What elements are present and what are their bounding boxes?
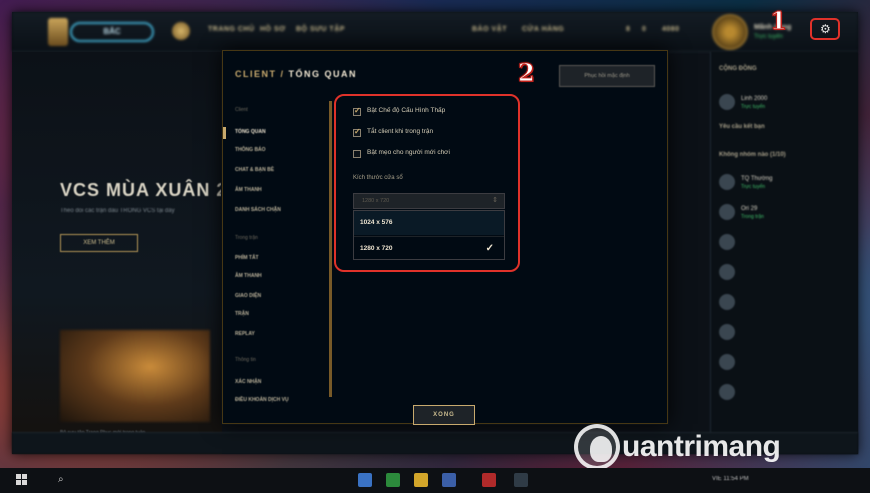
watermark-text: uantrimang (622, 430, 781, 463)
social-panel: CỘNG ĐỒNG Linh 2000 Trực tuyến Yêu cầu k… (710, 52, 858, 454)
background-cta-button[interactable]: XEM THÊM (60, 234, 138, 252)
list-item[interactable] (719, 262, 849, 284)
gear-icon[interactable]: ⚙ (820, 22, 831, 36)
avatar[interactable] (712, 14, 748, 50)
list-item[interactable] (719, 352, 849, 374)
orb-icon[interactable] (172, 22, 190, 40)
top-navigation-bar: BẮC TRANG CHỦ HỒ SƠ BỘ SƯU TẬP BẢO VẬT C… (12, 12, 858, 52)
list-item[interactable] (719, 382, 849, 404)
sidebar-item-notifications[interactable]: THÔNG BÁO (235, 147, 266, 153)
list-item[interactable] (719, 322, 849, 344)
avatar (719, 94, 735, 110)
nav-currency-be[interactable]: 0 (642, 26, 646, 33)
done-button[interactable]: XONG (413, 405, 475, 425)
background-headline: VCS MÙA XUÂN 2 (60, 180, 228, 200)
nav-collection[interactable]: BỘ SƯU TẬP (296, 26, 345, 33)
lightbulb-icon (590, 436, 612, 462)
nav-loot[interactable]: BẢO VẬT (472, 26, 507, 33)
watermark: uantrimang (574, 420, 864, 472)
avatar (719, 354, 735, 370)
sidebar-item-replay[interactable]: REPLAY (235, 331, 255, 337)
search-icon[interactable]: ⌕ (58, 474, 64, 486)
sidebar-item-hotkeys[interactable]: PHÍM TẮT (235, 255, 259, 261)
avatar (719, 204, 735, 220)
sidebar-item-interface[interactable]: GIAO DIỆN (235, 293, 261, 299)
windows-taskbar: ⌕ VIE 11:54 PM (0, 468, 870, 493)
play-button[interactable]: BẮC (70, 22, 154, 42)
sidebar-item-chat[interactable]: CHAT & BẠN BÈ (235, 167, 274, 173)
friend-requests-header: Yêu cầu kết bạn (719, 124, 765, 130)
sidebar-item-verification[interactable]: XÁC NHẬN (235, 379, 261, 385)
dialog-title-main: TỔNG QUAN (288, 69, 358, 79)
sidebar-item-terms[interactable]: ĐIỀU KHOẢN DỊCH VỤ (235, 397, 289, 403)
taskbar-app-icon[interactable] (358, 473, 372, 487)
sidebar-item-general[interactable]: TỔNG QUAN (235, 129, 266, 135)
avatar (719, 264, 735, 280)
watermark-logo-icon (574, 424, 620, 470)
windows-start-icon[interactable] (16, 474, 28, 486)
sidebar-item-block-list[interactable]: DANH SÁCH CHẶN (235, 207, 281, 213)
nav-currency-rp[interactable]: 8 (626, 26, 630, 33)
taskbar-app-icon[interactable] (514, 473, 528, 487)
taskbar-app-icon[interactable] (386, 473, 400, 487)
sidebar-scrollbar-thumb[interactable] (329, 101, 332, 397)
avatar (719, 384, 735, 400)
restore-defaults-button[interactable]: Phục hồi mặc định (559, 65, 655, 87)
friend-name: Ori 29 (741, 206, 758, 212)
step-callout-2: 2 (518, 58, 536, 88)
sidebar-active-indicator (223, 127, 226, 139)
friend-name: TQ Thường (741, 176, 773, 182)
dialog-title: CLIENT / TỔNG QUAN (235, 69, 357, 79)
avatar (719, 174, 735, 190)
sidebar-group-about: Thông tin (235, 357, 256, 363)
promo-thumbnail[interactable] (60, 330, 210, 422)
nav-store[interactable]: CỬA HÀNG (522, 26, 564, 33)
sidebar-group-client: Client (235, 107, 248, 113)
list-item[interactable]: Linh 2000 Trực tuyến (719, 92, 849, 114)
list-item[interactable]: TQ Thường Trực tuyến (719, 172, 849, 194)
sidebar-group-ingame: Trong trận (235, 235, 258, 241)
group-header: Không nhóm nào (1/10) (719, 152, 786, 158)
friend-name: Linh 2000 (741, 96, 768, 102)
background-subtext: Theo dõi các trận đấu TRONG VCS tại đây (60, 208, 175, 214)
dialog-title-prefix: CLIENT / (235, 69, 285, 79)
social-header: CỘNG ĐỒNG (719, 66, 757, 72)
nav-profile[interactable]: HỒ SƠ (260, 26, 286, 33)
list-item[interactable] (719, 292, 849, 314)
game-client-window: BẮC TRANG CHỦ HỒ SƠ BỘ SƯU TẬP BẢO VẬT C… (12, 12, 858, 454)
avatar (719, 294, 735, 310)
friend-status: Trực tuyến (741, 184, 766, 190)
client-logo-icon[interactable] (48, 18, 68, 46)
nav-home[interactable]: TRANG CHỦ (208, 26, 255, 33)
friend-status: Trực tuyến (741, 104, 766, 110)
taskbar-app-icon[interactable] (442, 473, 456, 487)
friend-status: Trong trận (741, 214, 764, 220)
sidebar-item-ingame-sound[interactable]: ÂM THANH (235, 273, 262, 279)
avatar (719, 324, 735, 340)
taskbar-app-icon[interactable] (482, 473, 496, 487)
avatar (719, 234, 735, 250)
sidebar-item-sound[interactable]: ÂM THANH (235, 187, 262, 193)
list-item[interactable] (719, 232, 849, 254)
step-callout-1: 1 (770, 6, 788, 36)
taskbar-app-icon[interactable] (414, 473, 428, 487)
settings-highlight-box (334, 94, 520, 272)
settings-highlight-box: ⚙ (810, 18, 840, 40)
nav-currency-ip[interactable]: 4080 (662, 26, 680, 33)
system-tray[interactable]: VIE 11:54 PM (712, 476, 749, 482)
list-item[interactable]: Ori 29 Trong trận (719, 202, 849, 224)
sidebar-item-game[interactable]: TRẬN (235, 311, 249, 317)
